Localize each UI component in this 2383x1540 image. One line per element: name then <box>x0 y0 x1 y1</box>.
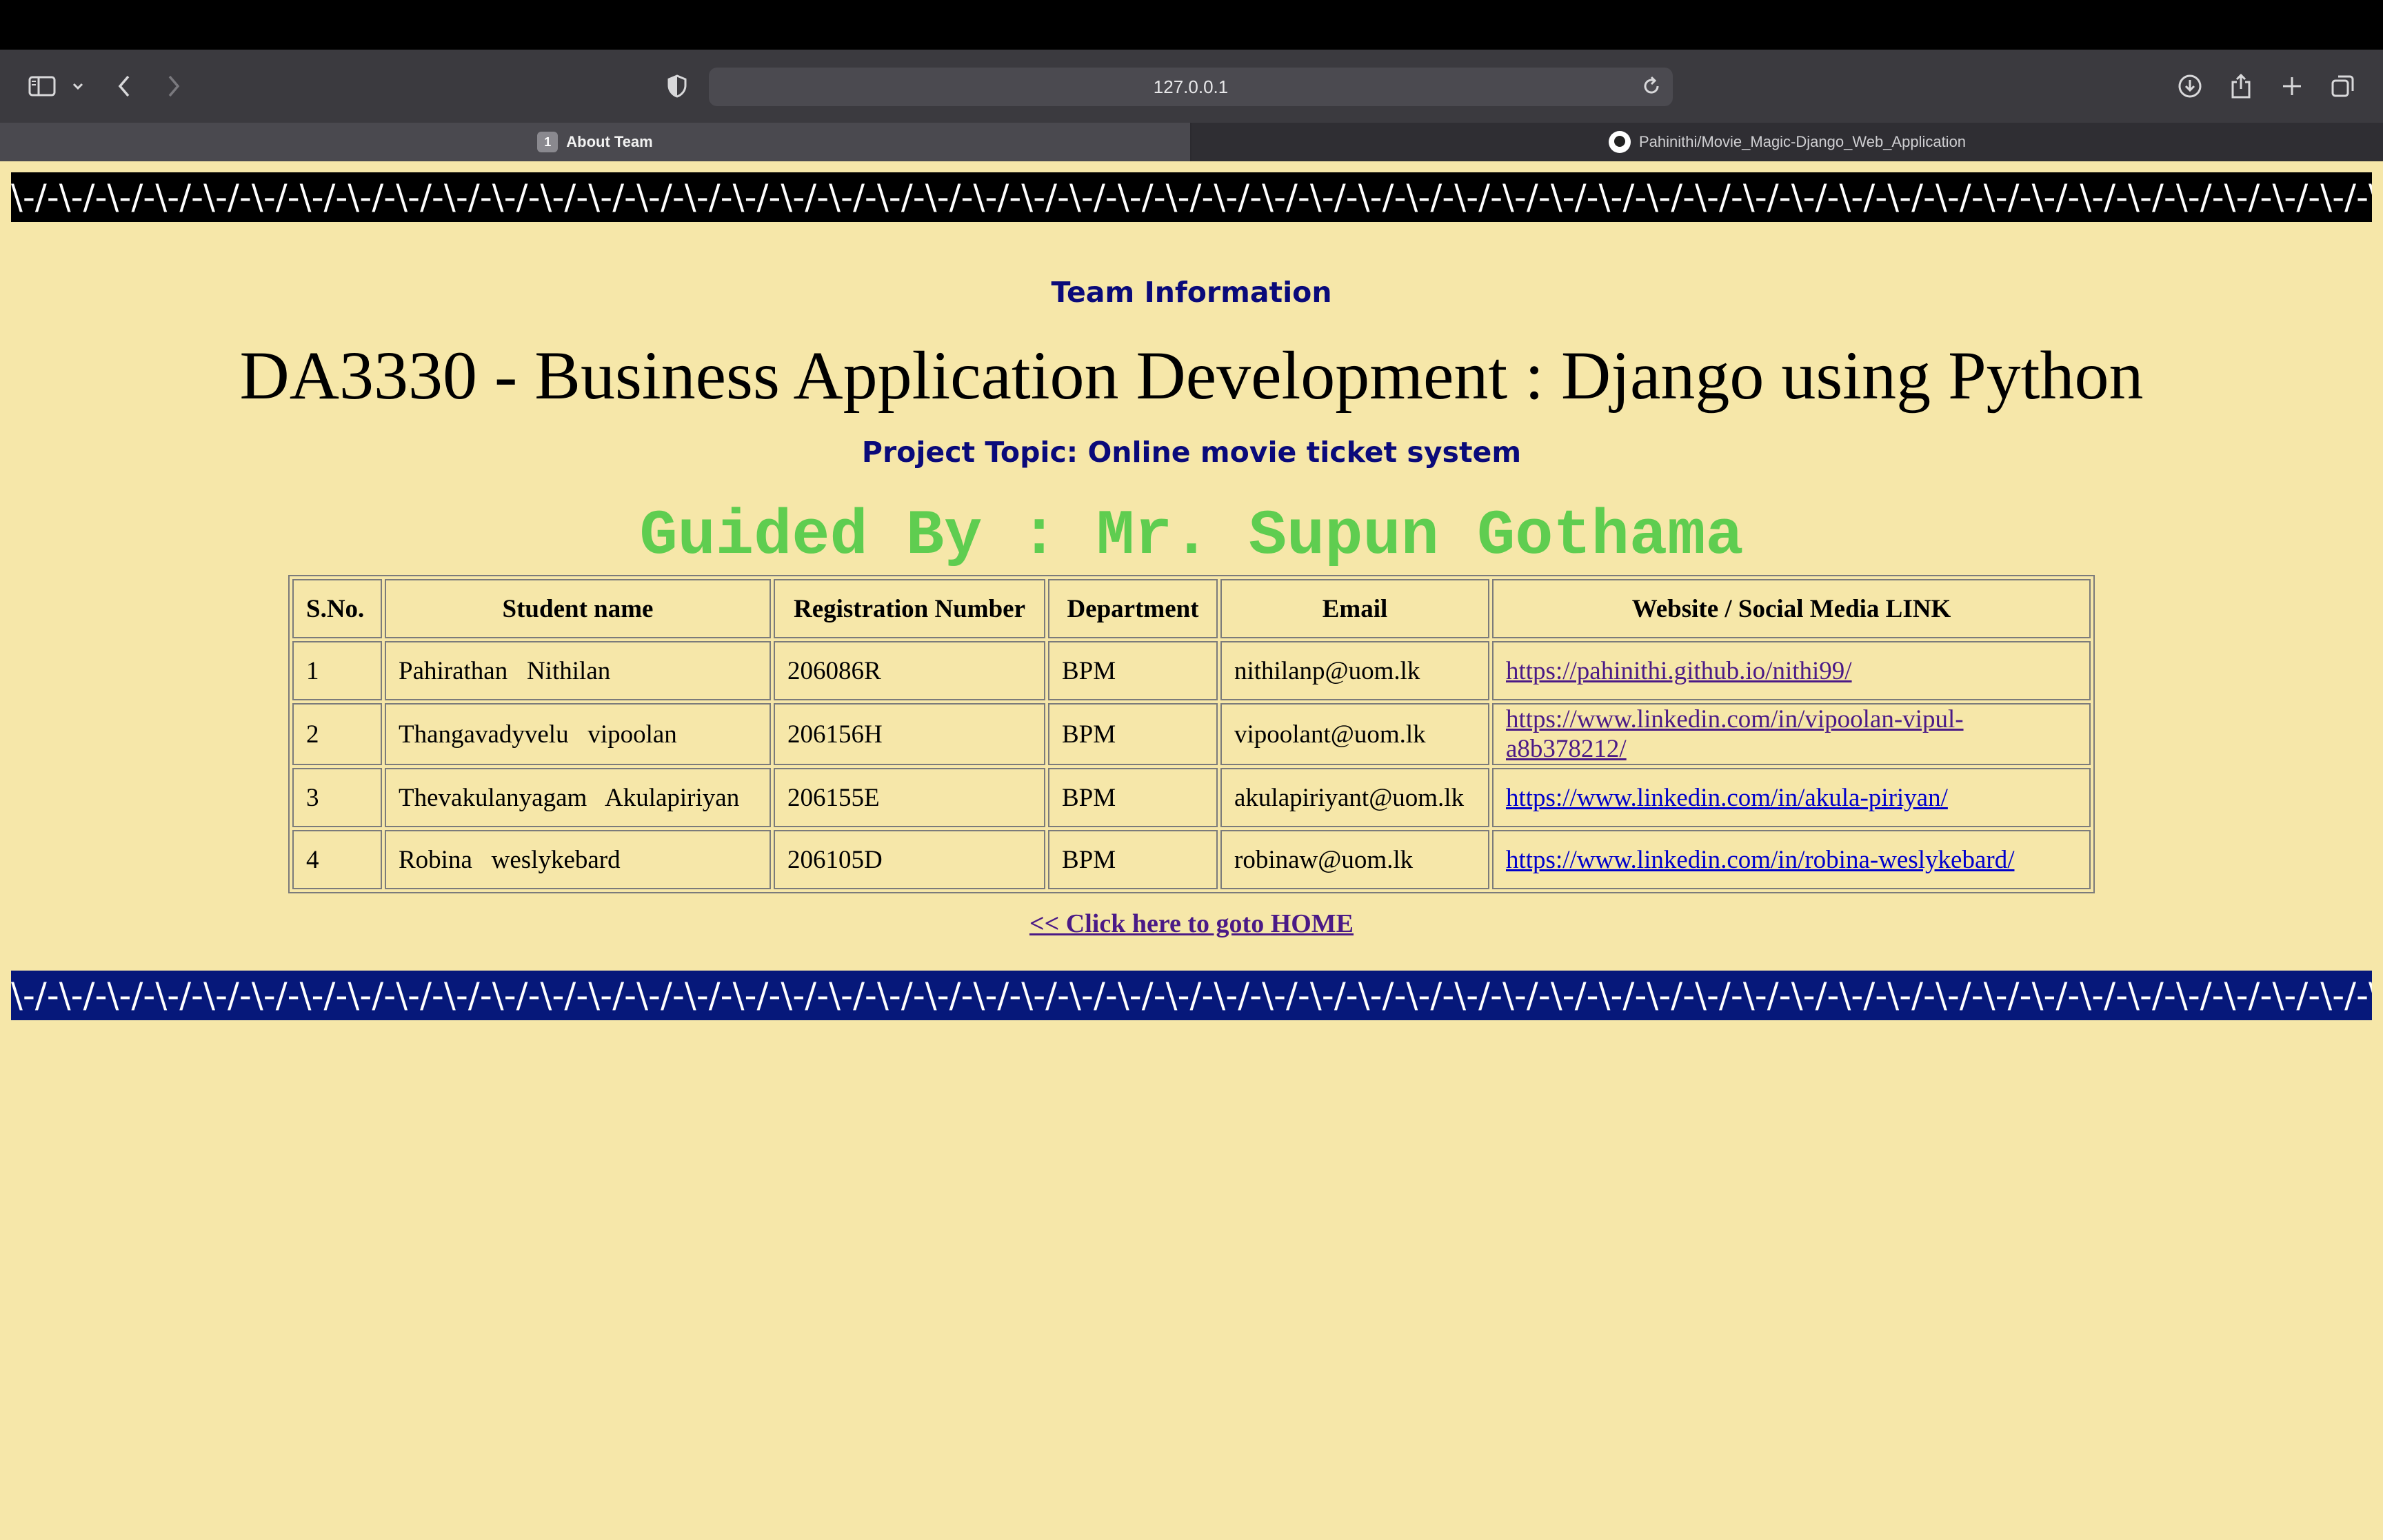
guided-by: Guided By : Mr. Supun Gothama <box>639 500 1744 572</box>
home-link[interactable]: << Click here to goto HOME <box>1029 909 1354 938</box>
back-icon[interactable] <box>110 50 138 123</box>
cell-name: Thangavadyvelu vipoolan <box>385 703 771 765</box>
profile-link[interactable]: https://www.linkedin.com/in/robina-wesly… <box>1506 846 2014 874</box>
github-icon <box>1608 131 1631 153</box>
cell-department: BPM <box>1048 641 1218 700</box>
sidebar-icon[interactable] <box>25 50 59 123</box>
profile-link[interactable]: https://pahinithi.github.io/nithi99/ <box>1506 657 1852 685</box>
forward-icon[interactable] <box>160 50 188 123</box>
tabs-overview-icon[interactable] <box>2328 50 2358 123</box>
home-link-container: << Click here to goto HOME <box>0 909 2383 939</box>
cell-sno: 1 <box>292 641 382 700</box>
cell-sno: 3 <box>292 768 382 827</box>
column-header-department: Department <box>1048 579 1218 638</box>
chevron-down-icon[interactable] <box>68 50 88 123</box>
download-icon[interactable] <box>2175 50 2205 123</box>
column-header-sno: S.No. <box>292 579 382 638</box>
cell-registration: 206156H <box>774 703 1045 765</box>
cell-email: nithilanp@uom.lk <box>1220 641 1489 700</box>
decorative-stripe-top: \-/-\-/-\-/-\-/-\-/-\-/-\-/-\-/-\-/-\-/-… <box>11 172 2372 222</box>
table-row: 3 Thevakulanyagam Akulapiriyan 206155E B… <box>292 768 2091 827</box>
cell-registration: 206086R <box>774 641 1045 700</box>
cell-email: robinaw@uom.lk <box>1220 830 1489 889</box>
tab-title: About Team <box>566 133 653 150</box>
plus-icon[interactable] <box>2277 50 2307 123</box>
project-topic: Project Topic: Online movie ticket syste… <box>861 436 1522 469</box>
cell-email: vipoolant@uom.lk <box>1220 703 1489 765</box>
cell-sno: 4 <box>292 830 382 889</box>
cell-registration: 206155E <box>774 768 1045 827</box>
cell-department: BPM <box>1048 703 1218 765</box>
table-row: 2 Thangavadyvelu vipoolan 206156H BPM vi… <box>292 703 2091 765</box>
tab-title: Pahinithi/Movie_Magic-Django_Web_Applica… <box>1638 133 1967 150</box>
page-heading: Team Information <box>1051 276 1332 309</box>
tab-github-repo[interactable]: Pahinithi/Movie_Magic-Django_Web_Applica… <box>1192 123 2383 161</box>
tab-bar: 1 About Team Pahinithi/Movie_Magic-Djang… <box>0 123 2383 161</box>
url-text: 127.0.0.1 <box>1153 76 1229 97</box>
column-header-email: Email <box>1220 579 1489 638</box>
column-header-name: Student name <box>385 579 771 638</box>
address-bar[interactable]: 127.0.0.1 <box>709 68 1673 106</box>
tab-about-team[interactable]: 1 About Team <box>0 123 1190 161</box>
profile-link[interactable]: https://www.linkedin.com/in/akula-piriya… <box>1506 784 1948 812</box>
cell-department: BPM <box>1048 768 1218 827</box>
profile-link[interactable]: https://www.linkedin.com/in/vipoolan-vip… <box>1506 705 1964 763</box>
reload-icon[interactable] <box>1640 74 1663 103</box>
column-header-link: Website / Social Media LINK <box>1492 579 2091 638</box>
menu-bar-area <box>0 0 2383 50</box>
cell-name: Thevakulanyagam Akulapiriyan <box>385 768 771 827</box>
cell-registration: 206105D <box>774 830 1045 889</box>
share-icon[interactable] <box>2226 50 2256 123</box>
column-header-registration: Registration Number <box>774 579 1045 638</box>
table-row: 1 Pahirathan Nithilan 206086R BPM nithil… <box>292 641 2091 700</box>
team-table: S.No. Student name Registration Number D… <box>288 575 2095 893</box>
shield-icon[interactable] <box>663 50 691 123</box>
table-row: 4 Robina weslykebard 206105D BPM robinaw… <box>292 830 2091 889</box>
cell-link: https://pahinithi.github.io/nithi99/ <box>1492 641 2091 700</box>
cell-link: https://www.linkedin.com/in/akula-piriya… <box>1492 768 2091 827</box>
table-header-row: S.No. Student name Registration Number D… <box>292 579 2091 638</box>
cell-sno: 2 <box>292 703 382 765</box>
cell-link: https://www.linkedin.com/in/robina-wesly… <box>1492 830 2091 889</box>
cell-name: Pahirathan Nithilan <box>385 641 771 700</box>
tab-number-badge: 1 <box>537 132 559 152</box>
course-title: DA3330 - Business Application Developmen… <box>239 337 2144 414</box>
cell-link: https://www.linkedin.com/in/vipoolan-vip… <box>1492 703 2091 765</box>
cell-department: BPM <box>1048 830 1218 889</box>
decorative-stripe-bottom: \-/-\-/-\-/-\-/-\-/-\-/-\-/-\-/-\-/-\-/-… <box>11 971 2372 1020</box>
cell-email: akulapiriyant@uom.lk <box>1220 768 1489 827</box>
cell-name: Robina weslykebard <box>385 830 771 889</box>
